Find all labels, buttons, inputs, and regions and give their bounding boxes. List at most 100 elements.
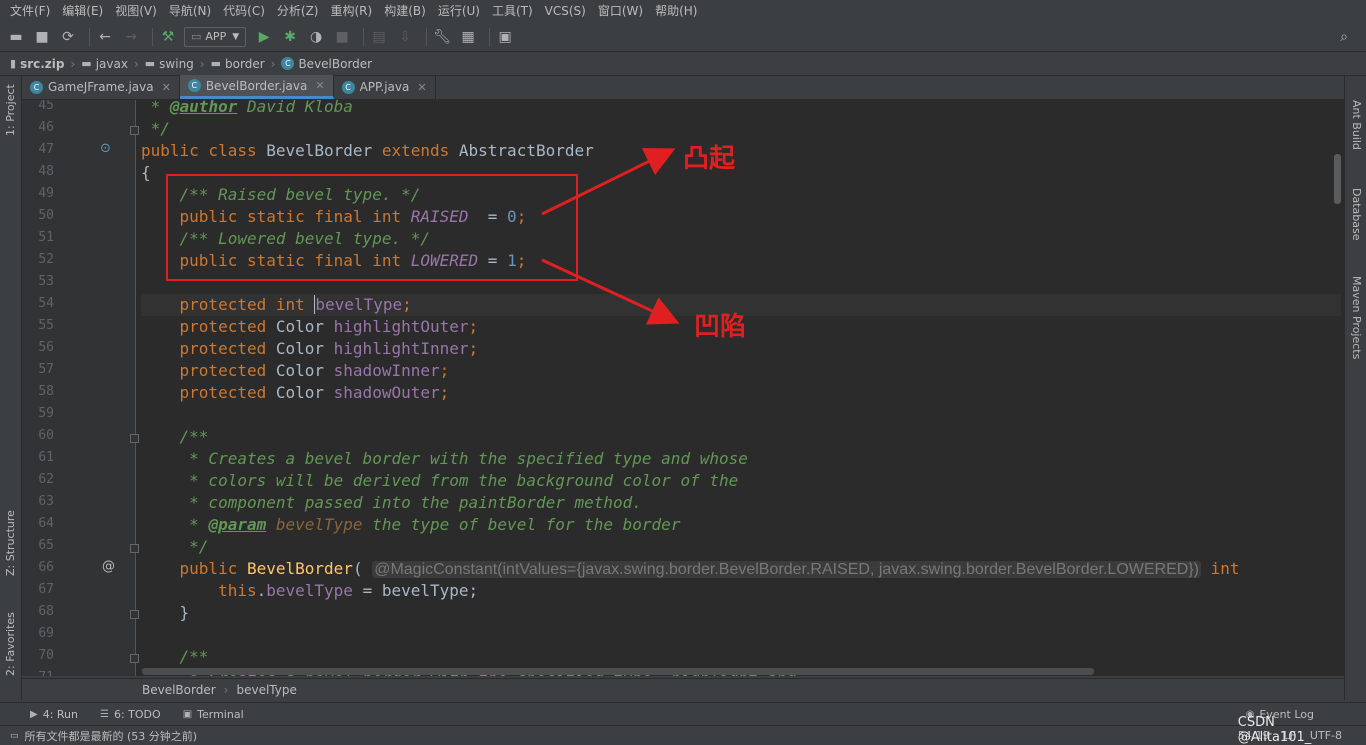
horizontal-scrollbar[interactable]	[142, 668, 1094, 675]
arrow-lowered	[541, 258, 680, 325]
status-message: 所有文件都是最新的 (53 分钟之前)	[24, 729, 198, 743]
menu-item[interactable]: 窗口(W)	[592, 0, 649, 22]
tab-label: BevelBorder.java	[205, 78, 308, 93]
toolbar-separator	[89, 27, 90, 46]
main-toolbar: ▬ ■ ⟳ ← → ⚒ ▭ APP ▼ ▶ ✱ ◑ ■ ▤ ⇩ 🔧︎ ▦ ▣ ⌕	[0, 22, 1366, 52]
annotation-raised: 凸起	[683, 144, 736, 174]
menu-item[interactable]: 重构(R)	[325, 0, 379, 22]
breadcrumb-label: src.zip	[20, 56, 65, 71]
navigation-bar: ▮ src.zip › ▬ javax › ▬ swing › ▬ border › C Beve…	[0, 52, 1366, 76]
build-hammer-icon[interactable]: ⚒	[158, 27, 178, 47]
toolbar-separator	[489, 27, 491, 46]
terminal-tool-button[interactable]: ▣ Terminal	[183, 708, 244, 721]
class-icon: C	[30, 80, 43, 94]
run-icon[interactable]: ▶	[254, 27, 274, 47]
run-config-icon: ▭	[191, 30, 202, 43]
tool-label: 4: Run	[42, 707, 78, 721]
run-config-label: APP	[205, 30, 227, 43]
save-icon[interactable]: ■	[32, 27, 52, 47]
toolbar-separator	[426, 27, 428, 46]
menu-item[interactable]: 构建(B)	[378, 0, 432, 22]
breadcrumb-javax[interactable]: ▬ javax ›	[81, 57, 144, 71]
breadcrumb-label: BevelBorder	[298, 56, 373, 71]
close-icon[interactable]: ✕	[417, 81, 426, 94]
project-tool-tab[interactable]: 1: Project	[4, 84, 17, 136]
menu-bar: 文件(F) 编辑(E) 视图(V) 导航(N) 代码(C) 分析(Z) 重构(R) 构建(B)…	[0, 0, 1366, 22]
editor-breadcrumb: BevelBorder › bevelType	[22, 678, 1344, 700]
settings-wrench-icon[interactable]: 🔧︎	[432, 27, 452, 47]
terminal-icon: ▣	[182, 708, 193, 720]
open-folder-icon[interactable]: ▬	[6, 27, 26, 47]
maven-projects-tool-tab[interactable]: Maven Projects	[1350, 276, 1363, 359]
tab-label: GameJFrame.java	[48, 80, 154, 94]
layout-icon[interactable]: ▣	[495, 27, 515, 47]
toolbar-separator	[363, 27, 365, 46]
annotation-lowered: 凹陷	[694, 312, 747, 342]
stop-icon[interactable]: ■	[332, 27, 352, 47]
chevron-down-icon: ▼	[232, 31, 240, 42]
breadcrumb-border[interactable]: ▬ border ›	[211, 57, 282, 71]
arrow-raised	[541, 148, 676, 216]
code-editor[interactable]: ⊙ 💡︎ @ 454647484950515253545556575859606…	[22, 100, 1344, 676]
todo-tool-button[interactable]: ☰ 6: TODO	[100, 708, 161, 721]
archive-icon: ▮	[10, 57, 17, 70]
breadcrumb-separator: ›	[199, 56, 205, 71]
database-tool-tab[interactable]: Database	[1350, 188, 1363, 241]
project-structure-icon[interactable]: ▤	[369, 27, 389, 47]
left-tool-strip: 1: Project Z: Structure 2: Favorites	[0, 76, 22, 700]
class-icon: C	[281, 57, 295, 70]
close-icon[interactable]: ✕	[315, 79, 324, 92]
breadcrumb-src-zip[interactable]: ▮ src.zip ›	[10, 57, 81, 71]
close-icon[interactable]: ✕	[162, 81, 171, 94]
menu-item[interactable]: 视图(V)	[109, 0, 163, 22]
tab-label: APP.java	[359, 80, 410, 94]
folder-icon: ▬	[144, 57, 156, 70]
editor-tabs: C GameJFrame.java ✕ C BevelBorder.java ✕ C AP…	[22, 75, 1344, 100]
breadcrumb-label: border	[225, 56, 265, 71]
menu-item[interactable]: 工具(T)	[486, 0, 539, 22]
tool-label: Terminal	[197, 707, 244, 721]
deploy-icon[interactable]: ⇩	[395, 27, 415, 47]
sdk-icon[interactable]: ▦	[458, 27, 478, 47]
menu-item[interactable]: 运行(U)	[432, 0, 486, 22]
vertical-scrollbar[interactable]	[1334, 154, 1341, 204]
breadcrumb-bevelborder[interactable]: C BevelBorder	[281, 57, 372, 71]
menu-item[interactable]: 分析(Z)	[271, 0, 325, 22]
debug-icon[interactable]: ✱	[280, 27, 300, 47]
folder-icon: ▬	[81, 57, 92, 70]
breadcrumb-label: javax	[95, 56, 128, 71]
menu-item[interactable]: 编辑(E)	[56, 0, 109, 22]
tool-label: 6: TODO	[113, 707, 161, 721]
menu-item[interactable]: 文件(F)	[4, 0, 56, 22]
annotation-arrows	[541, 148, 680, 325]
editor-crumb-class[interactable]: BevelBorder	[142, 683, 216, 697]
menu-item[interactable]: 帮助(H)	[649, 0, 703, 22]
menu-item[interactable]: VCS(S)	[539, 0, 592, 22]
ant-build-tool-tab[interactable]: Ant Build	[1350, 100, 1363, 150]
tab-bevelborder[interactable]: C BevelBorder.java ✕	[179, 75, 334, 99]
breadcrumb-separator: ›	[270, 56, 276, 71]
back-icon[interactable]: ←	[95, 27, 115, 47]
breadcrumb-label: swing	[159, 56, 194, 71]
forward-icon[interactable]: →	[121, 27, 141, 47]
editor-crumb-field[interactable]: bevelType	[236, 683, 296, 697]
breadcrumb-swing[interactable]: ▬ swing ›	[145, 57, 211, 71]
toolbar-separator	[152, 27, 153, 46]
watermark: CSDN @Alita101_	[1237, 715, 1312, 745]
list-icon: ☰	[100, 708, 109, 720]
structure-tool-tab[interactable]: Z: Structure	[4, 510, 17, 576]
class-icon: C	[187, 79, 201, 92]
menu-item[interactable]: 导航(N)	[163, 0, 217, 22]
run-config-select[interactable]: ▭ APP ▼	[184, 26, 247, 47]
tab-gamejframe[interactable]: C GameJFrame.java ✕	[22, 75, 180, 99]
search-icon[interactable]: ⌕	[1334, 27, 1354, 47]
favorites-tool-tab[interactable]: 2: Favorites	[4, 612, 17, 676]
tab-app[interactable]: C APP.java ✕	[334, 75, 436, 99]
menu-item[interactable]: 代码(C)	[217, 0, 271, 22]
tool-window-bar: ▶ 4: Run ☰ 6: TODO ▣ Terminal ◉ Event Log	[0, 702, 1366, 725]
sync-icon[interactable]: ⟳	[58, 27, 78, 47]
coverage-icon[interactable]: ◑	[306, 27, 326, 47]
run-icon: ▶	[30, 708, 38, 720]
status-bar: ▭ 所有文件都是最新的 (53 分钟之前) 54:19 LF UTF-8 CSD…	[0, 715, 1366, 745]
run-tool-button[interactable]: ▶ 4: Run	[30, 708, 78, 721]
